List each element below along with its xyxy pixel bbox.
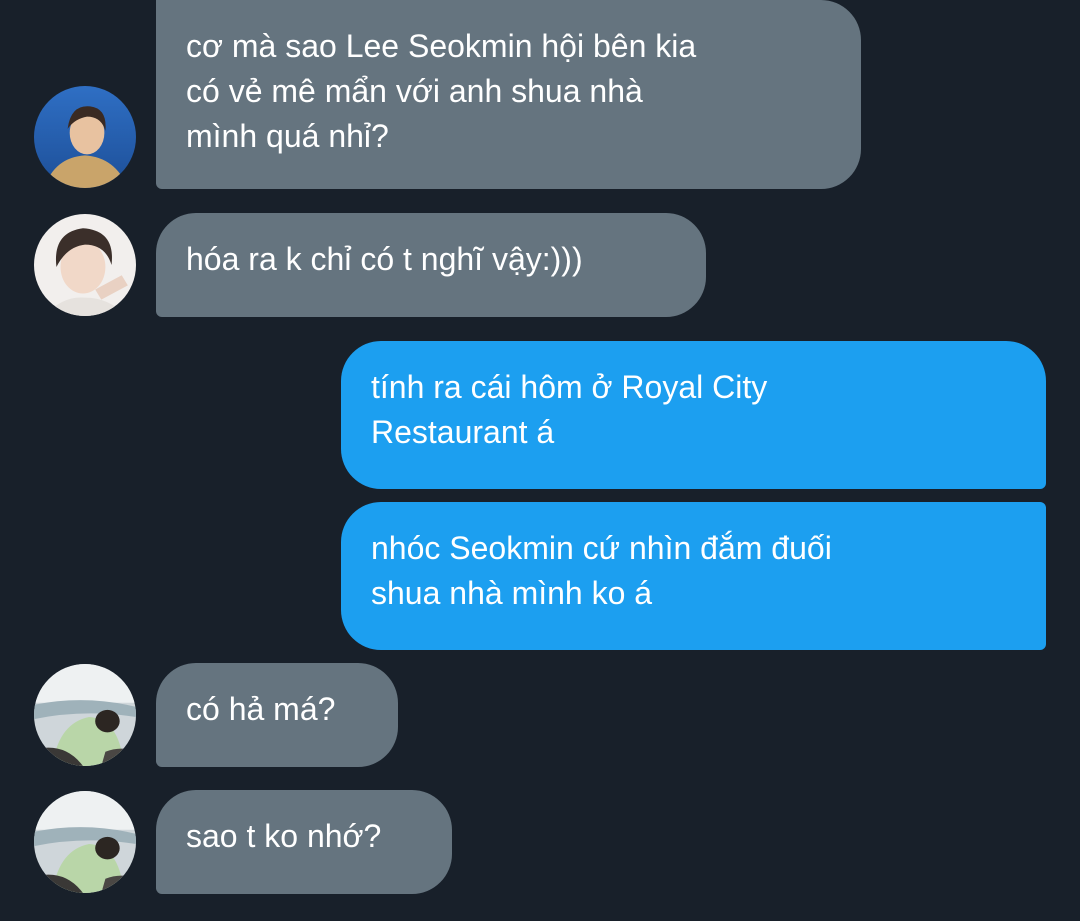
message-text: có vẻ mê mẩn với anh shua nhà — [186, 73, 643, 109]
message-text: cơ mà sao Lee Seokmin hội bên kia — [186, 28, 697, 64]
message-text: tính ra cái hôm ở Royal City — [371, 369, 768, 405]
message-text: mình quá nhỉ? — [186, 118, 389, 154]
message-bubble-3[interactable]: tính ra cái hôm ở Royal City Restaurant … — [341, 341, 1046, 489]
message-bubble-4[interactable]: nhóc Seokmin cứ nhìn đắm đuối shua nhà m… — [341, 502, 1046, 650]
message-bubble-1[interactable]: cơ mà sao Lee Seokmin hội bên kia có vẻ … — [156, 0, 861, 189]
sender-avatar-1[interactable] — [34, 86, 136, 188]
sender-avatar-2[interactable] — [34, 214, 136, 316]
person-photo-icon — [34, 791, 136, 893]
message-bubble-2[interactable]: hóa ra k chỉ có t nghĩ vậy:))) — [156, 213, 706, 317]
message-text: có hả má? — [186, 691, 336, 727]
person-photo-icon — [34, 214, 136, 316]
sender-avatar-4[interactable] — [34, 791, 136, 893]
person-photo-icon — [34, 86, 136, 188]
chat-screen: { "conversation": { "messages": [ { "dir… — [0, 0, 1080, 921]
message-bubble-5[interactable]: có hả má? — [156, 663, 398, 767]
message-bubble-6[interactable]: sao t ko nhớ? — [156, 790, 452, 894]
sender-avatar-3[interactable] — [34, 664, 136, 766]
message-text: shua nhà mình ko á — [371, 575, 653, 611]
message-text: Restaurant á — [371, 414, 555, 450]
message-text: nhóc Seokmin cứ nhìn đắm đuối — [371, 530, 832, 566]
message-text: hóa ra k chỉ có t nghĩ vậy:))) — [186, 241, 583, 277]
message-text: sao t ko nhớ? — [186, 818, 382, 854]
person-photo-icon — [34, 664, 136, 766]
